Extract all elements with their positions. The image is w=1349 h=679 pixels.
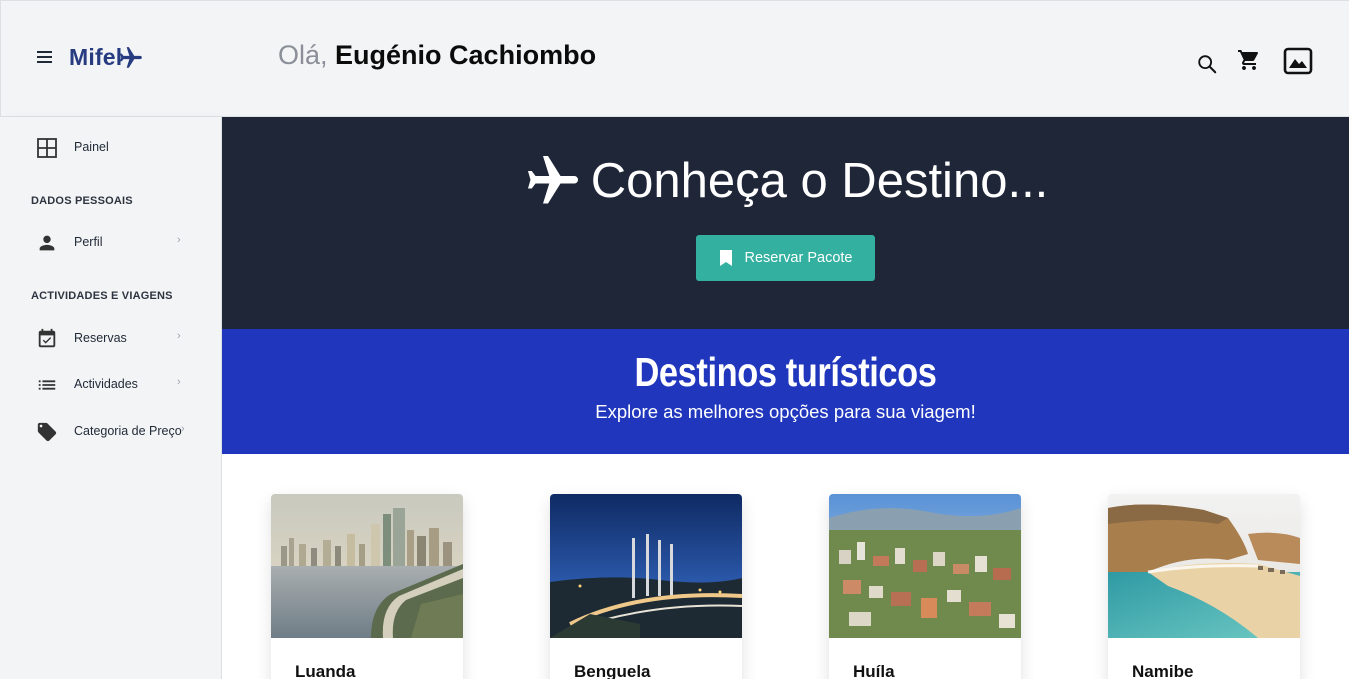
sidebar: Painel DADOS PESSOAIS Perfil › ACTIVIDAD… bbox=[0, 117, 222, 679]
logo-text: Mifel bbox=[69, 44, 123, 70]
bookmark-icon bbox=[719, 250, 732, 266]
section-actividades-viagens: ACTIVIDADES E VIAGENS bbox=[31, 290, 173, 302]
destination-card-namibe[interactable]: Namibe bbox=[1108, 494, 1300, 679]
destinations-grid: Luanda Benguela Huíla Namibe bbox=[222, 454, 1349, 679]
destination-image bbox=[271, 494, 463, 638]
destination-name: Benguela bbox=[574, 662, 651, 679]
menu-icon[interactable] bbox=[35, 48, 55, 66]
destinations-subtitle: Explore as melhores opções para sua viag… bbox=[595, 401, 976, 422]
reservar-pacote-label: Reservar Pacote bbox=[744, 250, 853, 266]
destination-card-huila[interactable]: Huíla bbox=[829, 494, 1021, 679]
destination-name: Namibe bbox=[1132, 662, 1194, 679]
tag-icon bbox=[37, 422, 57, 442]
search-icon[interactable] bbox=[1196, 53, 1218, 75]
top-header: Mifel Olá, Eugénio Cachiombo bbox=[0, 0, 1349, 117]
destination-image bbox=[1108, 494, 1300, 638]
sidebar-item-label: Actividades bbox=[74, 377, 138, 391]
calendar-check-icon bbox=[38, 328, 56, 348]
sidebar-item-label: Categoria de Preço bbox=[74, 424, 182, 438]
hero-title: Conheça o Destino... bbox=[222, 151, 1349, 211]
airplane-icon bbox=[527, 156, 578, 204]
greeting-hello: Olá, bbox=[278, 40, 328, 70]
destinations-banner: Destinos turísticos Explore as melhores … bbox=[222, 329, 1349, 454]
person-icon bbox=[39, 235, 55, 251]
destination-image bbox=[829, 494, 1021, 638]
destination-card-benguela[interactable]: Benguela bbox=[550, 494, 742, 679]
chevron-right-icon: › bbox=[177, 330, 181, 342]
gallery-icon[interactable] bbox=[1283, 47, 1313, 75]
hero-title-text: Conheça o Destino... bbox=[590, 154, 1049, 208]
user-name: Eugénio Cachiombo bbox=[335, 40, 597, 70]
hero-banner: Conheça o Destino... Reservar Pacote bbox=[222, 117, 1349, 329]
greeting: Olá, Eugénio Cachiombo bbox=[278, 40, 596, 71]
reservar-pacote-button[interactable]: Reservar Pacote bbox=[696, 235, 875, 281]
dashboard-icon bbox=[37, 138, 57, 158]
sidebar-item-actividades[interactable]: Actividades › bbox=[0, 366, 221, 402]
plane-logo-icon bbox=[120, 47, 143, 68]
sidebar-item-painel[interactable]: Painel bbox=[0, 129, 221, 165]
sidebar-item-label: Perfil bbox=[74, 235, 103, 249]
sidebar-item-label: Painel bbox=[74, 140, 109, 154]
sidebar-item-categoria-preco[interactable]: Categoria de Preço › bbox=[0, 413, 221, 449]
sidebar-item-label: Reservas bbox=[74, 331, 127, 345]
logo[interactable]: Mifel bbox=[69, 44, 144, 71]
destination-name: Luanda bbox=[295, 662, 356, 679]
list-icon bbox=[38, 380, 56, 390]
sidebar-item-reservas[interactable]: Reservas › bbox=[0, 320, 221, 356]
chevron-right-icon: › bbox=[181, 423, 185, 435]
destination-name: Huíla bbox=[853, 662, 895, 679]
chevron-right-icon: › bbox=[177, 376, 181, 388]
destinations-title: Destinos turísticos bbox=[634, 349, 937, 395]
destination-card-luanda[interactable]: Luanda bbox=[271, 494, 463, 679]
section-dados-pessoais: DADOS PESSOAIS bbox=[31, 195, 133, 207]
cart-icon[interactable] bbox=[1237, 48, 1261, 72]
chevron-right-icon: › bbox=[177, 234, 181, 246]
sidebar-item-perfil[interactable]: Perfil › bbox=[0, 224, 221, 260]
destination-image bbox=[550, 494, 742, 638]
